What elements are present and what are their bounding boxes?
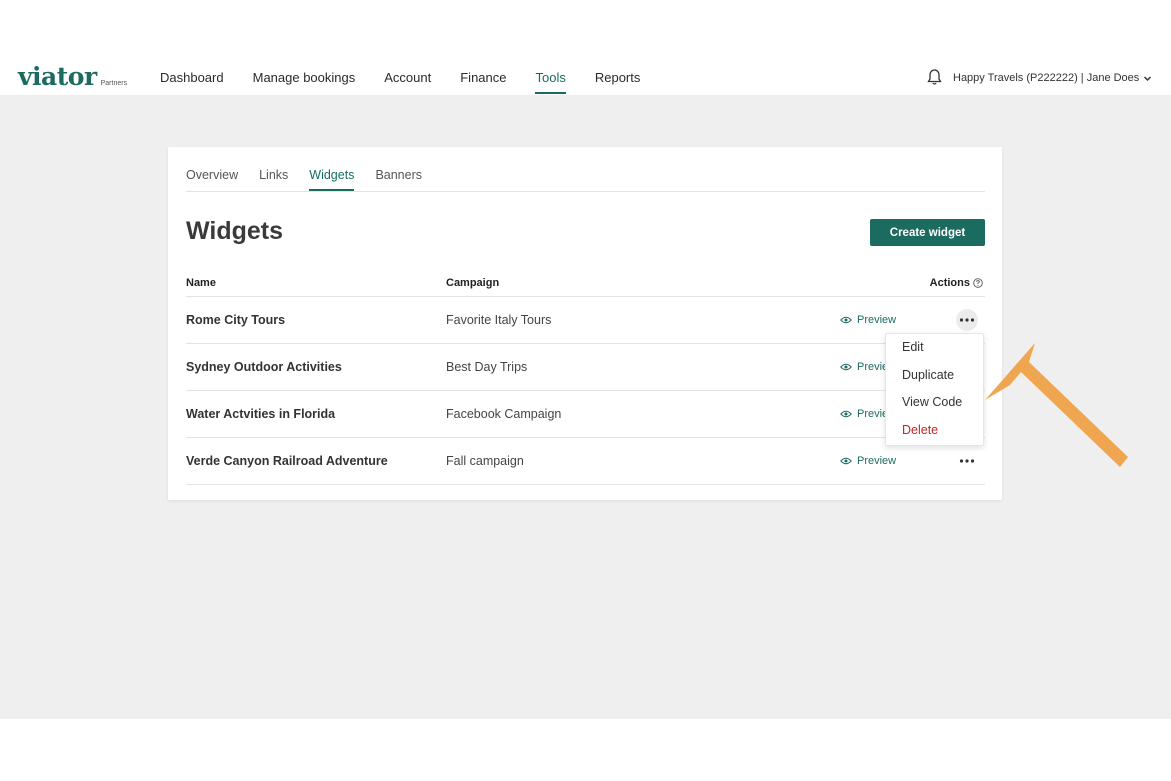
nav-tools[interactable]: Tools [535, 70, 567, 94]
preview-label: Preview [857, 314, 897, 326]
more-actions-button[interactable] [956, 450, 978, 472]
eye-icon [840, 363, 852, 371]
top-navigation-bar: viator Partners Dashboard Manage booking… [0, 0, 1171, 95]
widgets-card: Overview Links Widgets Banners Widgets C… [168, 147, 1002, 500]
widget-campaign: Favorite Italy Tours [446, 313, 552, 327]
actions-header-label: Actions [929, 277, 970, 289]
more-actions-button[interactable] [956, 309, 978, 331]
preview-label: Preview [857, 455, 897, 467]
tab-overview[interactable]: Overview [186, 168, 238, 190]
table-row: Verde Canyon Railroad Adventure Fall cam… [186, 438, 985, 485]
menu-item-duplicate[interactable]: Duplicate [886, 362, 983, 390]
widget-campaign: Facebook Campaign [446, 407, 562, 421]
widget-campaign: Fall campaign [446, 454, 524, 468]
table-row: Rome City Tours Favorite Italy Tours Pre… [186, 297, 985, 344]
preview-link[interactable]: Preview [840, 455, 896, 467]
menu-item-edit[interactable]: Edit [886, 334, 983, 362]
help-icon[interactable] [973, 278, 983, 288]
nav-dashboard[interactable]: Dashboard [160, 70, 224, 91]
tab-links[interactable]: Links [259, 168, 288, 190]
nav-finance[interactable]: Finance [460, 70, 506, 91]
viator-logo[interactable]: viator Partners [18, 62, 127, 91]
tab-widgets[interactable]: Widgets [309, 168, 355, 191]
tools-tabs: Overview Links Widgets Banners [186, 168, 985, 192]
widget-campaign: Best Day Trips [446, 360, 528, 374]
row-actions-menu: Edit Duplicate View Code Delete [885, 333, 984, 446]
widget-name: Rome City Tours [186, 313, 286, 327]
callout-arrow-icon [985, 343, 1128, 467]
more-horizontal-icon [959, 459, 975, 463]
menu-item-delete[interactable]: Delete [886, 417, 983, 445]
table-header: Name Campaign Actions [186, 275, 985, 297]
widget-name: Verde Canyon Railroad Adventure [186, 454, 388, 468]
preview-link[interactable]: Preview [840, 314, 896, 326]
nav-reports[interactable]: Reports [595, 70, 641, 91]
tab-banners[interactable]: Banners [375, 168, 422, 190]
logo-partners-label: Partners [100, 80, 128, 87]
column-header-name: Name [186, 277, 216, 289]
eye-icon [840, 316, 852, 324]
account-label: Happy Travels (P222222) | Jane Does [953, 72, 1140, 84]
main-nav: Dashboard Manage bookings Account Financ… [160, 70, 669, 94]
create-widget-button[interactable]: Create widget [870, 219, 985, 246]
bell-icon[interactable] [926, 68, 943, 86]
widget-name: Water Actvities in Florida [186, 407, 336, 421]
table-row: Sydney Outdoor Activities Best Day Trips… [186, 344, 985, 391]
eye-icon [840, 457, 852, 465]
column-header-actions: Actions [930, 277, 983, 289]
table-row: Water Actvities in Florida Facebook Camp… [186, 391, 985, 438]
page-title: Widgets [186, 217, 283, 245]
account-switcher[interactable]: Happy Travels (P222222) | Jane Does [953, 72, 1152, 84]
eye-icon [840, 410, 852, 418]
column-header-campaign: Campaign [446, 277, 500, 289]
widget-name: Sydney Outdoor Activities [186, 360, 342, 374]
more-horizontal-icon [959, 318, 975, 322]
logo-wordmark: viator [18, 62, 97, 91]
nav-account[interactable]: Account [384, 70, 431, 91]
chevron-down-icon [1144, 75, 1152, 81]
menu-item-view-code[interactable]: View Code [886, 389, 983, 417]
nav-manage-bookings[interactable]: Manage bookings [253, 70, 356, 91]
